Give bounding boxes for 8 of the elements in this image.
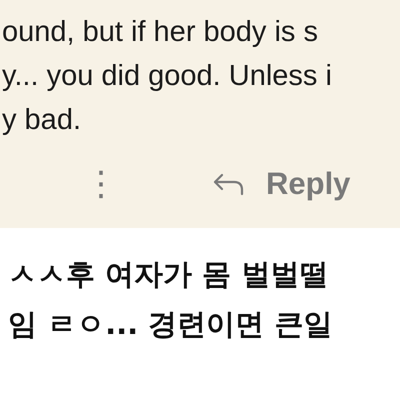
comment-text: y bad. [2,103,82,138]
comment-text: ound, but if her body is s [2,15,319,50]
reply-arrow-icon [212,172,244,196]
caption-text: ㅅㅅ후 여자가 몸 벌벌떨 [8,256,330,292]
more-button[interactable]: ⋮ [78,167,124,201]
comment-text: y... you did good. Unless i [2,59,333,94]
reply-button[interactable]: Reply [212,166,350,202]
caption-text: 임 ㄹㅇ... 경련이면 큰일 [8,306,334,342]
